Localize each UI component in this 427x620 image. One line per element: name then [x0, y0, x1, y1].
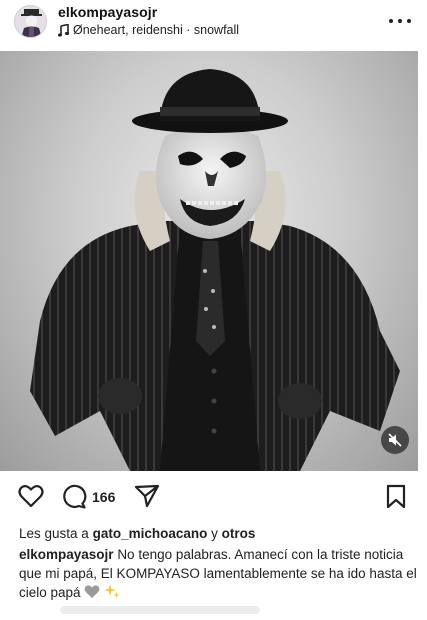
- post-image[interactable]: [0, 51, 418, 471]
- comment-icon[interactable]: [61, 484, 87, 510]
- profile-avatar-icon[interactable]: [14, 5, 47, 38]
- heart-icon[interactable]: [18, 484, 44, 508]
- muted-speaker-icon[interactable]: [381, 426, 409, 454]
- music-label: Øneheart, reidenshi · snowfall: [73, 23, 240, 37]
- likes-others-link[interactable]: otros: [222, 526, 256, 541]
- grey-heart-icon: [84, 585, 100, 598]
- liker-username[interactable]: gato_michoacano: [93, 526, 208, 541]
- post-username[interactable]: elkompayasojr: [58, 4, 157, 20]
- send-icon[interactable]: [134, 484, 160, 508]
- post-image-illustration: [30, 69, 400, 471]
- music-note-icon: [58, 23, 69, 37]
- music-info[interactable]: Øneheart, reidenshi · snowfall: [58, 23, 239, 37]
- sparkles-icon: [104, 584, 120, 598]
- likes-summary[interactable]: Les gusta a gato_michoacano y otros: [19, 526, 255, 541]
- more-options-icon[interactable]: [389, 12, 411, 30]
- comment-count[interactable]: 166: [92, 489, 115, 505]
- likes-prefix: Les gusta a: [19, 526, 89, 541]
- bookmark-icon[interactable]: [385, 484, 407, 510]
- action-bar: 166: [0, 480, 427, 514]
- post-caption: elkompayasojr No tengo palabras. Amanecí…: [19, 545, 419, 602]
- post-header: elkompayasojr Øneheart, reidenshi · snow…: [0, 0, 427, 44]
- caption-username[interactable]: elkompayasojr: [19, 547, 114, 562]
- blurred-text-line: [60, 606, 260, 614]
- likes-joiner: y: [211, 526, 218, 541]
